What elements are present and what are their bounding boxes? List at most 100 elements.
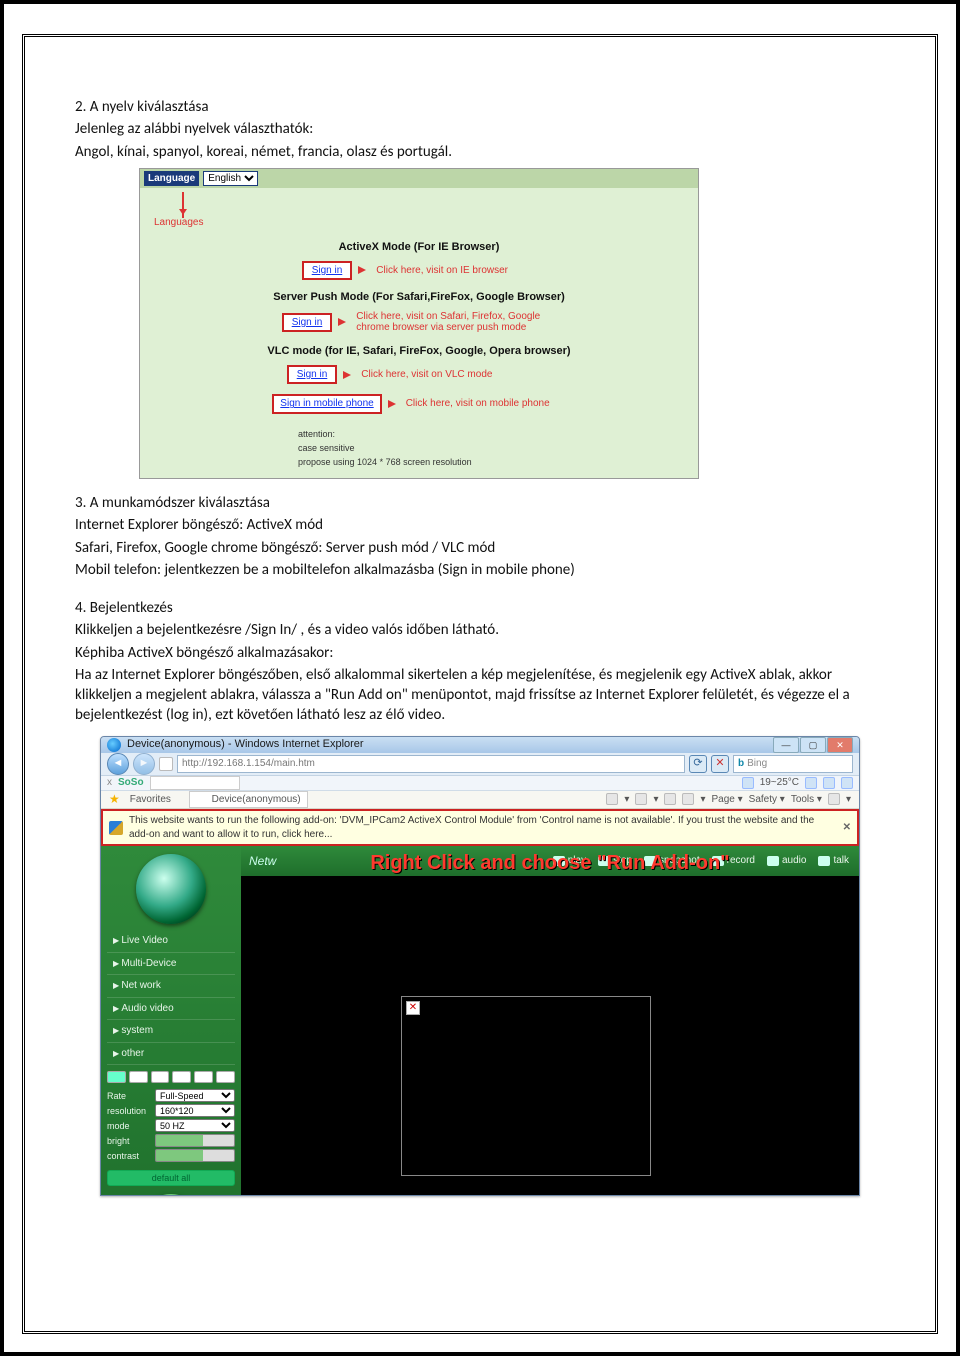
window-titlebar: Device(anonymous) - Windows Internet Exp… [101, 737, 859, 753]
arrow-right-icon [358, 266, 370, 274]
section2-line1: Jelenleg az alábbi nyelvek választhatók: [75, 119, 885, 139]
camera-icon [644, 856, 656, 866]
arrow-right-icon [343, 371, 355, 379]
section4-title: 4. Bejelentkezés [75, 598, 885, 618]
safety-menu[interactable]: Safety ▾ [749, 793, 785, 807]
tool-icon[interactable] [823, 777, 835, 789]
mode1-hint: Click here, visit on IE browser [376, 265, 536, 277]
shield-icon [109, 821, 123, 835]
sidebar-item-live[interactable]: Live Video [107, 930, 235, 953]
close-toolbar-icon[interactable]: x [107, 776, 112, 790]
ie-icon [107, 738, 121, 752]
refresh-button[interactable]: ⟳ [689, 755, 707, 773]
switch-6[interactable] [216, 1071, 235, 1083]
language-select[interactable]: English [203, 171, 258, 186]
ptz-knob[interactable] [139, 1194, 203, 1196]
mode1-title: ActiveX Mode (For IE Browser) [148, 240, 690, 255]
talk-button[interactable]: talk [818, 854, 849, 868]
sidebar-item-multi[interactable]: Multi-Device [107, 953, 235, 976]
switch-2[interactable] [129, 1071, 148, 1083]
resolution-select[interactable]: 160*120 [155, 1104, 235, 1117]
infobar-close-icon[interactable]: ✕ [843, 821, 851, 835]
soso-input[interactable] [150, 776, 240, 790]
mic-icon [818, 856, 830, 866]
stop-icon [598, 856, 610, 866]
tools-menu[interactable]: Tools ▾ [791, 793, 822, 807]
section3-l2: Safari, Firefox, Google chrome böngésző:… [75, 538, 885, 558]
stop-button[interactable]: ✕ [711, 755, 729, 773]
arrow-down-icon [182, 192, 184, 218]
stop-video-button[interactable]: stop [598, 854, 632, 868]
feeds-icon[interactable] [635, 793, 647, 805]
section3-l3: Mobil telefon: jelentkezzen be a mobilte… [75, 560, 885, 580]
arrow-right-icon [338, 318, 350, 326]
switch-1[interactable] [107, 1071, 126, 1083]
search-box[interactable]: b Bing [733, 755, 853, 773]
snapshot-button[interactable]: snapshot [644, 854, 700, 868]
mode-label: mode [107, 1120, 153, 1132]
mode3-hint: Click here, visit on VLC mode [361, 369, 551, 381]
page-menu[interactable]: Page ▾ [712, 793, 743, 807]
switch-3[interactable] [151, 1071, 170, 1083]
mode2-hint: Click here, visit on Safari, Firefox, Go… [356, 311, 556, 334]
sidebar-item-network[interactable]: Net work [107, 975, 235, 998]
mode-select[interactable]: 50 HZ [155, 1119, 235, 1132]
tool-icon[interactable] [841, 777, 853, 789]
ie-icon [196, 794, 206, 804]
broken-image-icon: ✕ [406, 1001, 420, 1015]
signin-ie-button[interactable]: Sign in [302, 261, 353, 281]
contrast-label: contrast [107, 1150, 153, 1162]
forward-button[interactable]: ► [133, 753, 155, 775]
bing-icon: b [738, 757, 744, 771]
rate-label: Rate [107, 1090, 153, 1102]
section4-l1: Klikkeljen a bejelentkezésre /Sign In/ ,… [75, 620, 885, 640]
play-icon [553, 856, 565, 866]
play-button[interactable]: play [553, 854, 586, 868]
home-icon[interactable] [606, 793, 618, 805]
close-button[interactable]: ✕ [827, 737, 853, 753]
attention-block: attention: case sensitive propose using … [298, 428, 690, 468]
browser-tab[interactable]: Device(anonymous) [189, 791, 308, 809]
switch-4[interactable] [172, 1071, 191, 1083]
sidebar-item-audiovideo[interactable]: Audio video [107, 998, 235, 1021]
protocol-icon [159, 757, 173, 771]
favorites-star-icon[interactable]: ★ [109, 791, 120, 807]
broken-image-placeholder: ✕ [401, 996, 651, 1176]
default-all-button[interactable]: default all [107, 1170, 235, 1186]
resolution-label: resolution [107, 1105, 153, 1117]
mode2-title: Server Push Mode (For Safari,FireFox, Go… [148, 290, 690, 305]
tool-icon[interactable] [805, 777, 817, 789]
minimize-button[interactable]: — [773, 737, 799, 753]
login-modes-screenshot: Language English Languages ActiveX Mode … [139, 168, 699, 479]
bright-label: bright [107, 1135, 153, 1147]
signin-mobile-button[interactable]: Sign in mobile phone [272, 394, 381, 414]
print-icon[interactable] [682, 793, 694, 805]
app-logo: Netw [241, 853, 284, 869]
help-icon[interactable] [828, 793, 840, 805]
record-button[interactable]: record [712, 854, 755, 868]
weather-icon [742, 777, 754, 789]
mode3-title: VLC mode (for IE, Safari, FireFox, Googl… [148, 344, 690, 359]
section3-title: 3. A munkamódszer kiválasztása [75, 493, 885, 513]
signin-vlc-button[interactable]: Sign in [287, 365, 338, 385]
section4-l3: Ha az Internet Explorer böngészőben, els… [75, 665, 885, 726]
activex-info-bar[interactable]: This website wants to run the following … [101, 809, 859, 846]
bright-slider[interactable] [155, 1134, 235, 1147]
switch-5[interactable] [194, 1071, 213, 1083]
favorites-label[interactable]: Favorites [130, 793, 171, 807]
video-area: ✕ [241, 876, 859, 1196]
contrast-slider[interactable] [155, 1149, 235, 1162]
signin-push-button[interactable]: Sign in [282, 313, 333, 333]
window-title: Device(anonymous) - Windows Internet Exp… [127, 737, 364, 752]
sidebar-item-other[interactable]: other [107, 1043, 235, 1066]
audio-button[interactable]: audio [767, 854, 806, 868]
mail-icon[interactable] [664, 793, 676, 805]
maximize-button[interactable]: ▢ [800, 737, 826, 753]
address-bar[interactable]: http://192.168.1.154/main.htm [177, 755, 685, 773]
ie-window-screenshot: Device(anonymous) - Windows Internet Exp… [100, 736, 860, 1196]
search-placeholder: Bing [747, 757, 767, 771]
rate-select[interactable]: Full-Speed [155, 1089, 235, 1102]
document-body: 2. A nyelv kiválasztása Jelenleg az aláb… [75, 97, 885, 1196]
sidebar-item-system[interactable]: system [107, 1020, 235, 1043]
back-button[interactable]: ◄ [107, 753, 129, 775]
